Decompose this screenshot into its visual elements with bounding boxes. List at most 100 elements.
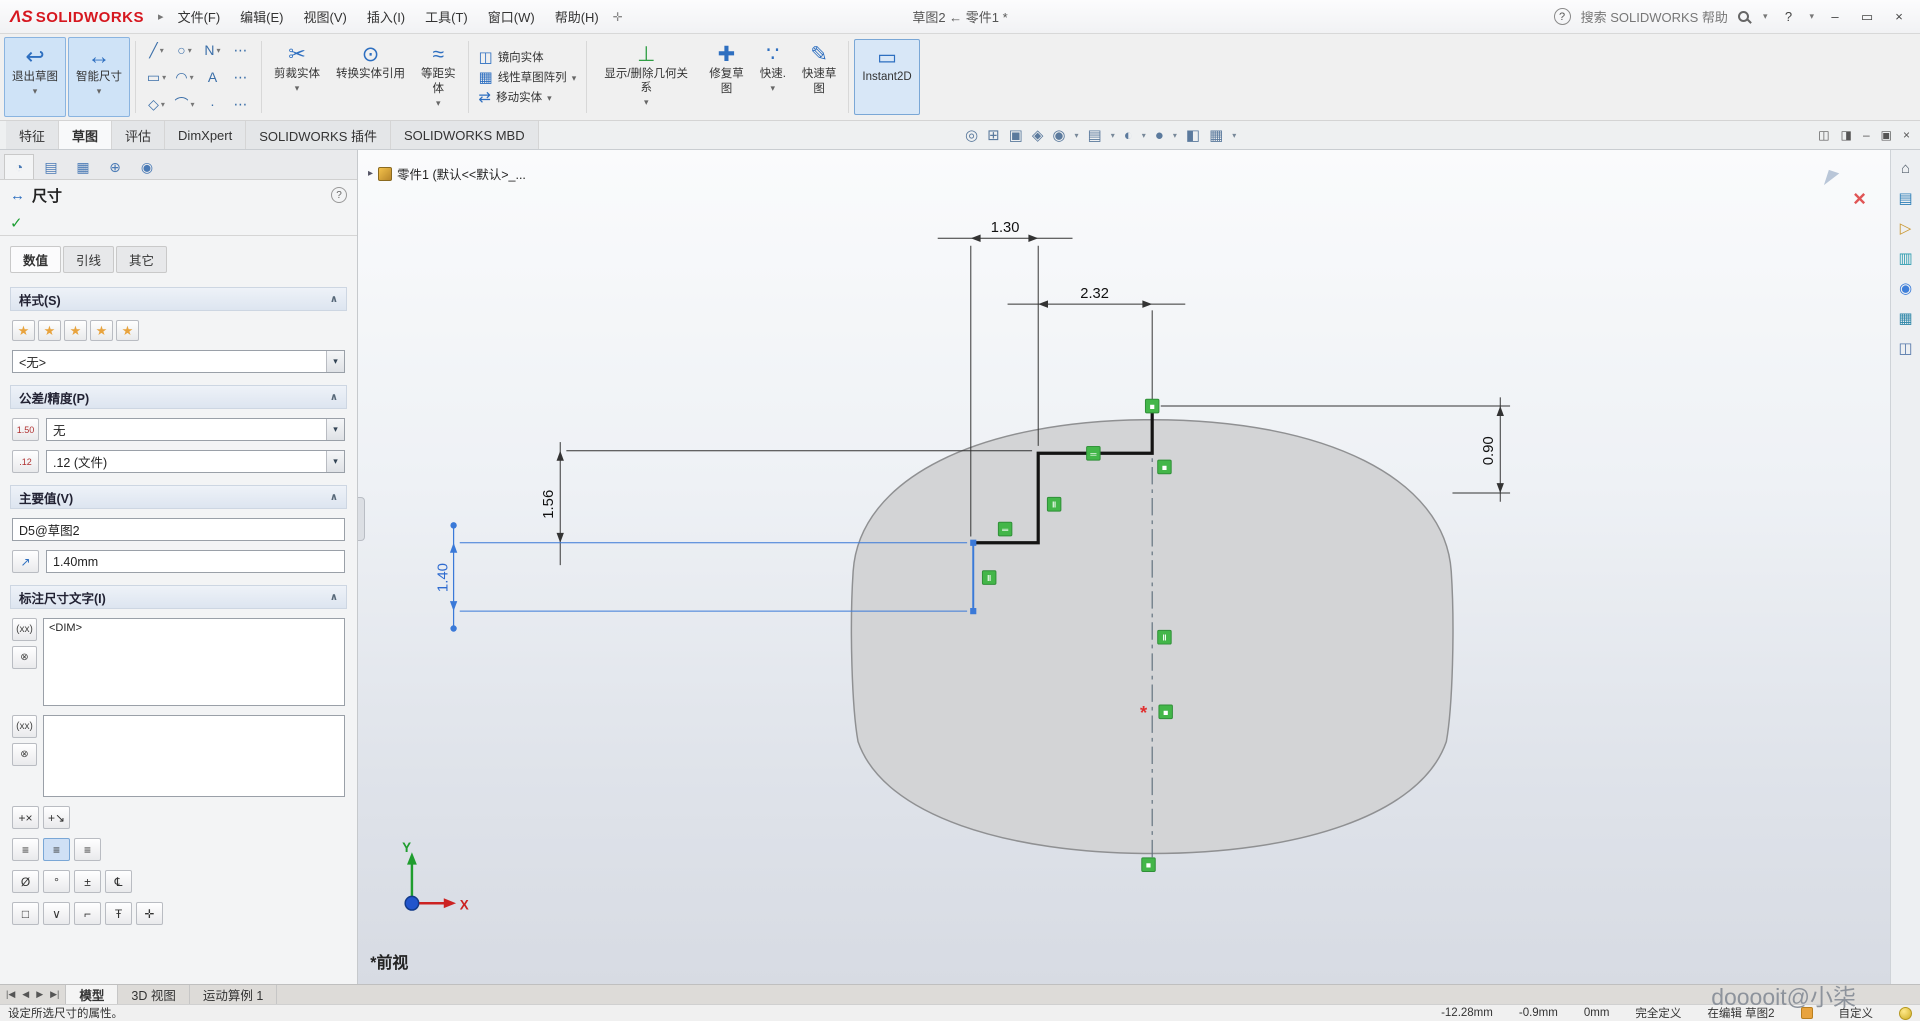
doc-close-icon[interactable]: × (1903, 128, 1910, 142)
relation-badge[interactable]: ‖ (1158, 630, 1171, 644)
rectangle-tool-button[interactable]: ▭▾ (143, 64, 170, 90)
dimension-2-32[interactable] (1008, 304, 1186, 400)
arc-tool-button[interactable]: ◠▾ (171, 64, 198, 90)
collapse-chevron-icon[interactable]: ∧ (330, 392, 338, 403)
display-style-caret-icon[interactable]: ▾ (1111, 131, 1115, 140)
hide-show-items-icon[interactable]: ◐ (1124, 127, 1133, 144)
menu-pin-icon[interactable]: ✛ (613, 10, 623, 24)
style-dropdown-caret-icon[interactable]: ▾ (326, 351, 344, 372)
section-view-icon[interactable]: ◈ (1032, 126, 1044, 144)
view-settings-icon[interactable]: ▦ (1209, 126, 1223, 144)
quick-snaps-button[interactable]: ∵ 快速. ▾ (753, 37, 793, 117)
menu-window[interactable]: 窗口(W) (478, 7, 545, 26)
zoom-to-area-icon[interactable]: ⊞ (987, 126, 1000, 144)
offset-entities-button[interactable]: ≈ 等距实 体 ▾ (414, 37, 463, 117)
configuration-manager-tab-icon[interactable]: ▦ (68, 154, 98, 179)
collapse-chevron-icon[interactable]: ∧ (330, 592, 338, 603)
part-name[interactable]: 零件1 (默认<<默认>_... (397, 164, 526, 183)
dimension-text-1-40[interactable]: 1.40 (436, 563, 452, 592)
justify-center-button[interactable]: ≡ (43, 838, 70, 861)
home-icon[interactable]: ⌂ (1901, 160, 1910, 177)
tolerance-dropdown[interactable]: 无 ▾ (46, 418, 345, 441)
appearance-caret-icon[interactable]: ▾ (1173, 131, 1177, 140)
square-symbol-button[interactable]: □ (12, 902, 39, 925)
view-orientation-caret-icon[interactable]: ▾ (1075, 131, 1079, 140)
appearances-icon[interactable]: ◉ (1899, 279, 1912, 297)
tab-sw-mbd[interactable]: SOLIDWORKS MBD (391, 121, 539, 149)
sketch-point[interactable] (970, 540, 976, 546)
justify-right-button[interactable]: ≡ (74, 838, 101, 861)
insert-leader-button[interactable]: +↘ (43, 806, 70, 829)
tab-motion-study[interactable]: 运动算例 1 (190, 985, 277, 1004)
sketch-point[interactable] (970, 608, 976, 614)
relation-badge[interactable]: ■ (1145, 399, 1158, 413)
dimension-text-box[interactable]: <DIM> (43, 618, 345, 706)
dimension-name-field[interactable] (12, 518, 345, 541)
previous-tab-icon[interactable]: ◀ (22, 989, 29, 1000)
check-symbol-button[interactable]: ∨ (43, 902, 70, 925)
justify-left-button[interactable]: ≡ (12, 838, 39, 861)
zoom-fit-icon[interactable]: ◎ (965, 126, 978, 144)
edit-appearance-icon[interactable]: ● (1155, 127, 1164, 144)
text-tool-button[interactable]: A (199, 64, 226, 90)
custom-properties-icon[interactable]: ◫ (1898, 339, 1912, 357)
tolerance-caret-icon[interactable]: ▾ (326, 419, 344, 440)
search-icon[interactable] (1738, 11, 1749, 22)
dimension-text-1-30[interactable]: 1.30 (991, 220, 1020, 236)
search-caret-icon[interactable]: ▾ (1763, 11, 1768, 22)
centerline-symbol-button[interactable]: ℄ (105, 870, 132, 893)
tab-dimxpert[interactable]: DimXpert (165, 121, 246, 149)
convert-entities-button[interactable]: ⊙ 转换实体引用 (329, 37, 412, 117)
mirror-entities-button[interactable]: ◫ 镜向实体 (479, 49, 577, 65)
scenes-icon[interactable]: ▦ (1898, 309, 1912, 327)
smart-dimension-button[interactable]: ↔ 智能尺寸 ▾ (68, 37, 130, 117)
grid-overflow3-icon[interactable]: ⋯ (227, 91, 254, 117)
more-symbols-button[interactable]: ✛ (136, 902, 163, 925)
hide-show-caret-icon[interactable]: ▾ (1142, 131, 1146, 140)
tolerance-section-header[interactable]: 公差/精度(P) ∧ (10, 385, 347, 409)
repair-sketch-button[interactable]: ✚ 修复草 图 (702, 37, 751, 117)
tab-3d-views[interactable]: 3D 视图 (118, 985, 189, 1004)
dimension-handle[interactable] (450, 522, 456, 528)
panel-splitter-handle[interactable] (358, 497, 365, 541)
precision-caret-icon[interactable]: ▾ (326, 451, 344, 472)
relation-badge[interactable]: ═ (998, 522, 1011, 536)
save-style-button[interactable]: ★ (90, 320, 113, 341)
search-input[interactable]: 搜索 SOLIDWORKS 帮助 (1581, 7, 1728, 26)
minimize-button[interactable]: – (1824, 9, 1846, 24)
instant2d-button[interactable]: ▭ Instant2D (854, 39, 919, 115)
plus-minus-symbol-button[interactable]: ± (74, 870, 101, 893)
view-settings-caret-icon[interactable]: ▾ (1232, 131, 1236, 140)
sketch-canvas[interactable]: 1.30 2.32 1.56 (358, 150, 1890, 984)
linear-pattern-button[interactable]: ▦ 线性草图阵列 ▾ (479, 69, 577, 85)
degree-symbol-button[interactable]: ° (43, 870, 70, 893)
grid-overflow2-icon[interactable]: ⋯ (227, 64, 254, 90)
exit-sketch-button[interactable]: ↩ 退出草图 ▾ (4, 37, 66, 117)
primary-value-header[interactable]: 主要值(V) ∧ (10, 485, 347, 509)
relation-badge[interactable]: ═ (1087, 446, 1100, 460)
trim-entities-button[interactable]: ✂ 剪裁实体 ▾ (267, 37, 327, 117)
feature-tree-flyout[interactable]: ▸ 零件1 (默认<<默认>_... (368, 164, 526, 183)
last-tab-icon[interactable]: ▶| (50, 989, 59, 1000)
override-value-icon[interactable]: ↗ (12, 550, 39, 573)
menu-tools[interactable]: 工具(T) (415, 7, 478, 26)
spline-tool-button[interactable]: N▾ (199, 37, 226, 63)
tab-leaders[interactable]: 引线 (63, 246, 114, 273)
file-explorer-icon[interactable]: ▷ (1900, 219, 1912, 237)
delete-style-button[interactable]: ★ (64, 320, 87, 341)
units-selector[interactable]: 自定义 (1839, 1005, 1874, 1021)
help-circle-icon[interactable]: ? (1554, 8, 1571, 25)
doc-minimize-icon[interactable]: – (1863, 128, 1870, 142)
remove-text-button[interactable]: +× (12, 806, 39, 829)
dimension-handle[interactable] (450, 625, 456, 631)
precision-dropdown[interactable]: .12 (文件) ▾ (46, 450, 345, 473)
polygon-tool-button[interactable]: ◇▾ (143, 91, 170, 117)
tab-other[interactable]: 其它 (116, 246, 167, 273)
feature-manager-tab-icon[interactable]: ◔ (4, 154, 34, 179)
view-palette-icon[interactable]: ▥ (1898, 249, 1912, 267)
hook-symbol-button[interactable]: ⌐ (74, 902, 101, 925)
design-library-icon[interactable]: ▤ (1898, 189, 1912, 207)
dimension-value-field[interactable] (46, 550, 345, 573)
dimxpert-manager-tab-icon[interactable]: ⊕ (100, 154, 130, 179)
doc-restore-icon[interactable]: ▣ (1881, 128, 1892, 142)
